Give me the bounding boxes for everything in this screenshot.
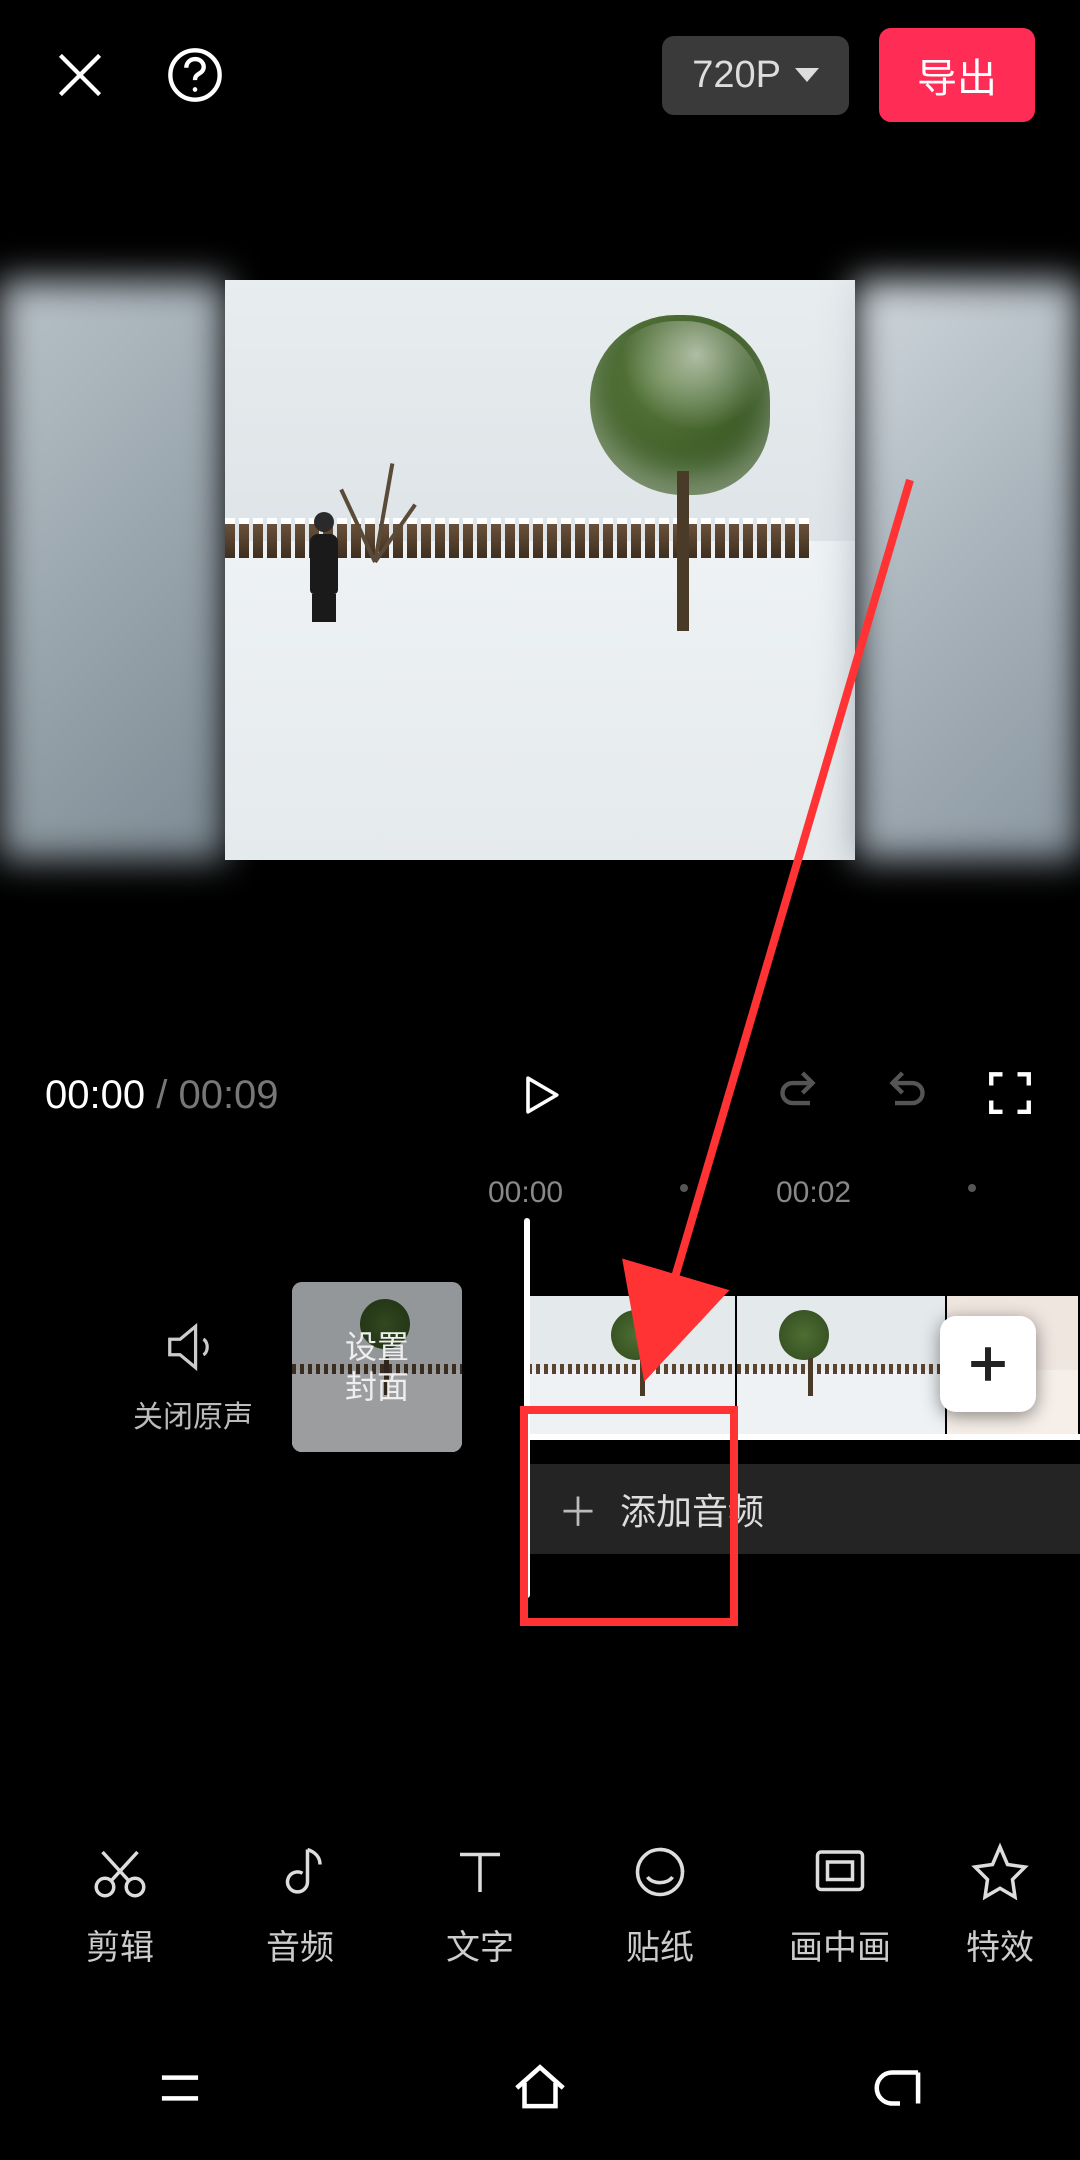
- resolution-dropdown[interactable]: 720P: [662, 36, 849, 115]
- tool-cut[interactable]: 剪辑: [30, 1842, 210, 1969]
- undo-icon: [775, 1068, 825, 1118]
- system-nav-bar: [0, 2020, 1080, 2160]
- nav-back-button[interactable]: [869, 2057, 931, 2124]
- play-button[interactable]: [505, 1060, 575, 1130]
- ruler-dot: [680, 1184, 688, 1192]
- help-button[interactable]: [160, 40, 230, 110]
- tool-text[interactable]: 文字: [390, 1842, 570, 1969]
- close-icon: [52, 47, 108, 103]
- tool-label: 剪辑: [86, 1920, 154, 1969]
- timeline: 关闭原声 设置 封面 ＋ 添加音频: [0, 1264, 1080, 1624]
- tool-label: 画中画: [789, 1920, 891, 1969]
- plus-icon: [964, 1340, 1012, 1388]
- text-icon: [450, 1842, 510, 1902]
- menu-icon: [149, 2057, 211, 2119]
- plus-icon: ＋: [558, 1480, 598, 1538]
- current-time: 00:00: [45, 1073, 145, 1117]
- pip-icon: [810, 1842, 870, 1902]
- timecode: 00:00 / 00:09: [45, 1073, 279, 1118]
- tool-effects[interactable]: 特效: [930, 1842, 1070, 1969]
- tool-label: 特效: [966, 1920, 1034, 1969]
- tool-label: 贴纸: [626, 1920, 694, 1969]
- scissors-icon: [90, 1842, 150, 1902]
- add-clip-button[interactable]: [940, 1316, 1036, 1412]
- export-button[interactable]: 导出: [879, 28, 1035, 122]
- redo-icon: [880, 1068, 930, 1118]
- tool-audio[interactable]: 音频: [210, 1842, 390, 1969]
- mute-original-audio-button[interactable]: 关闭原声: [118, 1316, 268, 1436]
- clip-thumb[interactable]: [737, 1296, 946, 1438]
- playhead[interactable]: [524, 1218, 530, 1598]
- header: 720P 导出: [0, 20, 1080, 130]
- tool-label: 音频: [266, 1920, 334, 1969]
- video-preview[interactable]: [0, 280, 1080, 860]
- timeline-ruler[interactable]: 00:00 00:02: [0, 1170, 1080, 1230]
- video-editor-screen: 720P 导出 00:00 / 00:09: [0, 0, 1080, 2160]
- play-icon: [516, 1071, 564, 1119]
- add-audio-button[interactable]: ＋ 添加音频: [528, 1464, 1080, 1554]
- ruler-tick: 00:02: [776, 1176, 851, 1210]
- chevron-down-icon: [795, 68, 819, 82]
- export-label: 导出: [917, 57, 997, 101]
- cover-label: 设置 封面: [345, 1327, 409, 1407]
- resolution-label: 720P: [692, 54, 781, 97]
- nav-recents-button[interactable]: [149, 2057, 211, 2124]
- add-audio-label: 添加音频: [620, 1483, 764, 1535]
- clip-thumb[interactable]: [528, 1296, 737, 1438]
- nav-home-button[interactable]: [509, 2057, 571, 2124]
- tool-label: 文字: [446, 1920, 514, 1969]
- fullscreen-icon: [985, 1068, 1035, 1118]
- bottom-toolbar: 剪辑 音频 文字 贴纸 画中画 特效: [0, 1810, 1080, 2000]
- set-cover-button[interactable]: 设置 封面: [292, 1282, 462, 1452]
- playback-bar: 00:00 / 00:09: [0, 1040, 1080, 1150]
- fullscreen-button[interactable]: [985, 1068, 1035, 1123]
- sticker-icon: [630, 1842, 690, 1902]
- mute-label: 关闭原声: [118, 1392, 268, 1436]
- undo-button[interactable]: [775, 1068, 825, 1123]
- redo-button[interactable]: [880, 1068, 930, 1123]
- ruler-dot: [968, 1184, 976, 1192]
- back-icon: [869, 2057, 931, 2119]
- help-icon: [166, 46, 224, 104]
- speaker-icon: [162, 1316, 224, 1378]
- star-icon: [970, 1842, 1030, 1902]
- tool-pip[interactable]: 画中画: [750, 1842, 930, 1969]
- preview-blur-right: [855, 280, 1080, 860]
- ruler-tick: 00:00: [488, 1176, 563, 1210]
- preview-blur-left: [0, 280, 225, 860]
- close-button[interactable]: [45, 40, 115, 110]
- music-note-icon: [270, 1842, 330, 1902]
- home-icon: [509, 2057, 571, 2119]
- preview-frame: [225, 280, 855, 860]
- tool-sticker[interactable]: 贴纸: [570, 1842, 750, 1969]
- duration: 00:09: [178, 1073, 278, 1117]
